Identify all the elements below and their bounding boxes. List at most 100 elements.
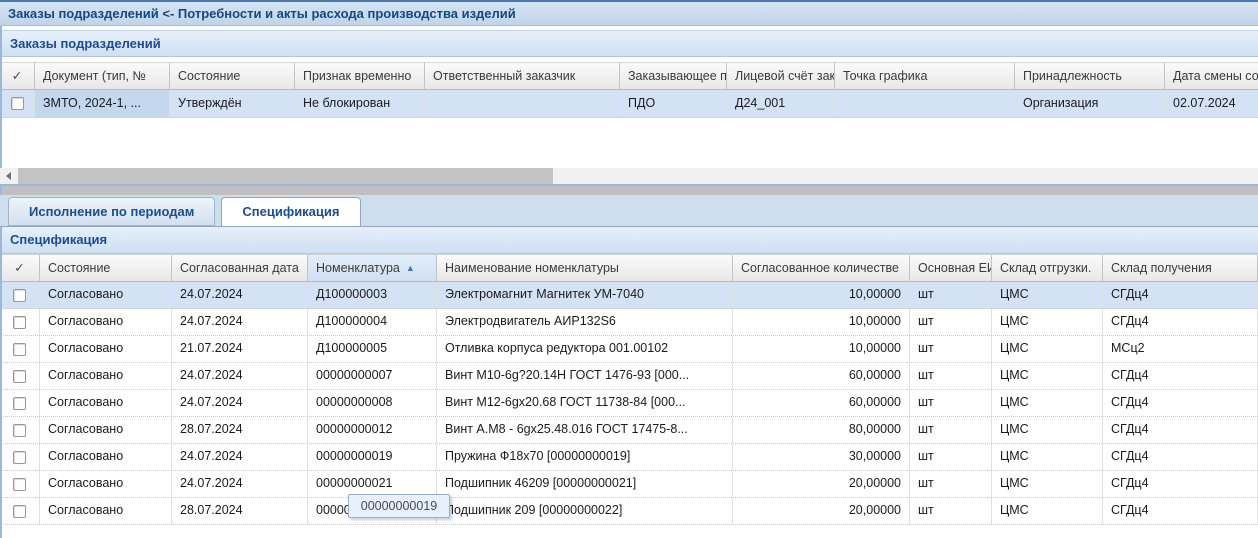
table-row[interactable]: ЗМТО, 2024-1, ...УтверждёнНе блокированП… [0, 90, 1258, 118]
cell: 21.07.2024 [172, 336, 308, 362]
cell: ЦМС [992, 390, 1103, 416]
column-header[interactable]: Склад отгрузки. [992, 255, 1103, 281]
panel-splitter[interactable] [0, 186, 1258, 195]
table-row[interactable]: Согласовано24.07.202400000000019Пружина … [0, 444, 1258, 471]
cell: 10,00000 [733, 309, 910, 335]
cell: Электромагнит Магнитек УМ-7040 [437, 282, 733, 308]
row-checkbox[interactable] [13, 343, 26, 356]
column-header[interactable]: Состояние [40, 255, 172, 281]
cell: Винт А.М8 - 6gх25.48.016 ГОСТ 17475-8... [437, 417, 733, 443]
cell: 24.07.2024 [172, 363, 308, 389]
cell: 24.07.2024 [172, 309, 308, 335]
select-all-header[interactable]: ✓ [0, 63, 35, 89]
row-checkbox-cell [0, 363, 40, 389]
row-checkbox[interactable] [13, 370, 26, 383]
row-checkbox-cell [0, 444, 40, 470]
orders-panel-title: Заказы подразделений [0, 30, 1258, 57]
cell: шт [910, 309, 992, 335]
specification-panel: Спецификация ✓СостояниеСогласованная дат… [0, 227, 1258, 525]
cell: СГДц4 [1103, 444, 1258, 470]
table-row[interactable]: Согласовано24.07.2024Д100000004Электродв… [0, 309, 1258, 336]
specification-table: ✓СостояниеСогласованная датаНоменклатура… [0, 254, 1258, 525]
row-checkbox-cell [0, 417, 40, 443]
column-header[interactable]: Согласованное количестве [733, 255, 910, 281]
column-header[interactable]: Признак временно [295, 63, 425, 89]
cell: Согласовано [40, 336, 172, 362]
cell: Отливка корпуса редуктора 001.00102 [437, 336, 733, 362]
cell: СГДц4 [1103, 498, 1258, 524]
cell: Согласовано [40, 363, 172, 389]
cell: 00000000007 [308, 363, 437, 389]
cell: СГДц4 [1103, 390, 1258, 416]
row-checkbox[interactable] [13, 289, 26, 302]
cell: Согласовано [40, 444, 172, 470]
row-checkbox[interactable] [13, 316, 26, 329]
cell: ЦМС [992, 417, 1103, 443]
cell: ЦМС [992, 498, 1103, 524]
table-row[interactable]: Согласовано28.07.202400000000012Винт А.М… [0, 417, 1258, 444]
cell: Подшипник 209 [00000000022] [437, 498, 733, 524]
horizontal-scrollbar[interactable] [0, 168, 1258, 186]
cell: шт [910, 471, 992, 497]
orders-table-body: ЗМТО, 2024-1, ...УтверждёнНе блокированП… [0, 90, 1258, 118]
cell: 30,00000 [733, 444, 910, 470]
column-header[interactable]: Дата смены сост [1165, 63, 1258, 89]
tab-specification[interactable]: Спецификация [221, 197, 360, 227]
cell: СГДц4 [1103, 282, 1258, 308]
column-header[interactable]: Принадлежность [1015, 63, 1165, 89]
cell: Винт М12-6gх20.68 ГОСТ 11738-84 [000... [437, 390, 733, 416]
column-header[interactable]: Лицевой счёт зака [727, 63, 835, 89]
select-all-header[interactable]: ✓ [0, 255, 40, 281]
column-header[interactable]: Наименование номенклатуры [437, 255, 733, 281]
cell: 10,00000 [733, 282, 910, 308]
cell: 28.07.2024 [172, 417, 308, 443]
cell: Согласовано [40, 417, 172, 443]
table-row[interactable]: Согласовано28.07.202400000000022Подшипни… [0, 498, 1258, 525]
specification-panel-title: Спецификация [0, 227, 1258, 254]
tab-bar: Исполнение по периодам Спецификация [0, 195, 1258, 227]
cell: 00000000012 [308, 417, 437, 443]
column-header[interactable]: Основная ЕИ [910, 255, 992, 281]
cell: СГДц4 [1103, 417, 1258, 443]
column-header[interactable]: Точка графика [835, 63, 1015, 89]
table-row[interactable]: Согласовано21.07.2024Д100000005Отливка к… [0, 336, 1258, 363]
row-checkbox-cell [0, 90, 35, 117]
specification-table-body: Согласовано24.07.2024Д100000003Электрома… [0, 282, 1258, 525]
row-checkbox[interactable] [13, 505, 26, 518]
cell: Д100000004 [308, 309, 437, 335]
column-header[interactable]: Состояние [170, 63, 295, 89]
column-header[interactable]: Ответственный заказчик [425, 63, 620, 89]
cell: Согласовано [40, 498, 172, 524]
column-header[interactable]: Согласованная дата [172, 255, 308, 281]
column-header[interactable]: Документ (тип, № [35, 63, 170, 89]
row-checkbox[interactable] [13, 397, 26, 410]
row-checkbox[interactable] [13, 451, 26, 464]
row-checkbox-cell [0, 309, 40, 335]
row-checkbox[interactable] [13, 424, 26, 437]
table-row[interactable]: Согласовано24.07.202400000000008Винт М12… [0, 390, 1258, 417]
specification-table-header: ✓СостояниеСогласованная датаНоменклатура… [0, 254, 1258, 282]
row-checkbox[interactable] [13, 478, 26, 491]
panel-left-border [0, 26, 2, 538]
column-header[interactable]: Номенклатура▲ [308, 255, 437, 281]
window-title: Заказы подразделений <- Потребности и ак… [0, 0, 1258, 26]
cell: 60,00000 [733, 390, 910, 416]
table-row[interactable]: Согласовано24.07.202400000000021Подшипни… [0, 471, 1258, 498]
triangle-left-icon [6, 172, 11, 180]
row-checkbox-cell [0, 336, 40, 362]
tab-execution-by-periods[interactable]: Исполнение по периодам [8, 197, 215, 226]
app-window: Заказы подразделений <- Потребности и ак… [0, 0, 1258, 538]
cell: ЦМС [992, 363, 1103, 389]
table-row[interactable]: Согласовано24.07.202400000000007Винт М10… [0, 363, 1258, 390]
cell: шт [910, 363, 992, 389]
scrollbar-thumb[interactable] [18, 168, 553, 184]
row-checkbox[interactable] [11, 97, 24, 110]
column-header[interactable]: Склад получения [1103, 255, 1258, 281]
cell: Согласовано [40, 390, 172, 416]
scroll-left-button[interactable] [0, 168, 17, 184]
table-row[interactable]: Согласовано24.07.2024Д100000003Электрома… [0, 282, 1258, 309]
cell: Винт М10-6g?20.14Н ГОСТ 1476-93 [000... [437, 363, 733, 389]
cell: Пружина Ф18х70 [00000000019] [437, 444, 733, 470]
column-header[interactable]: Заказывающее под [620, 63, 727, 89]
cell: ПДО [620, 90, 727, 117]
